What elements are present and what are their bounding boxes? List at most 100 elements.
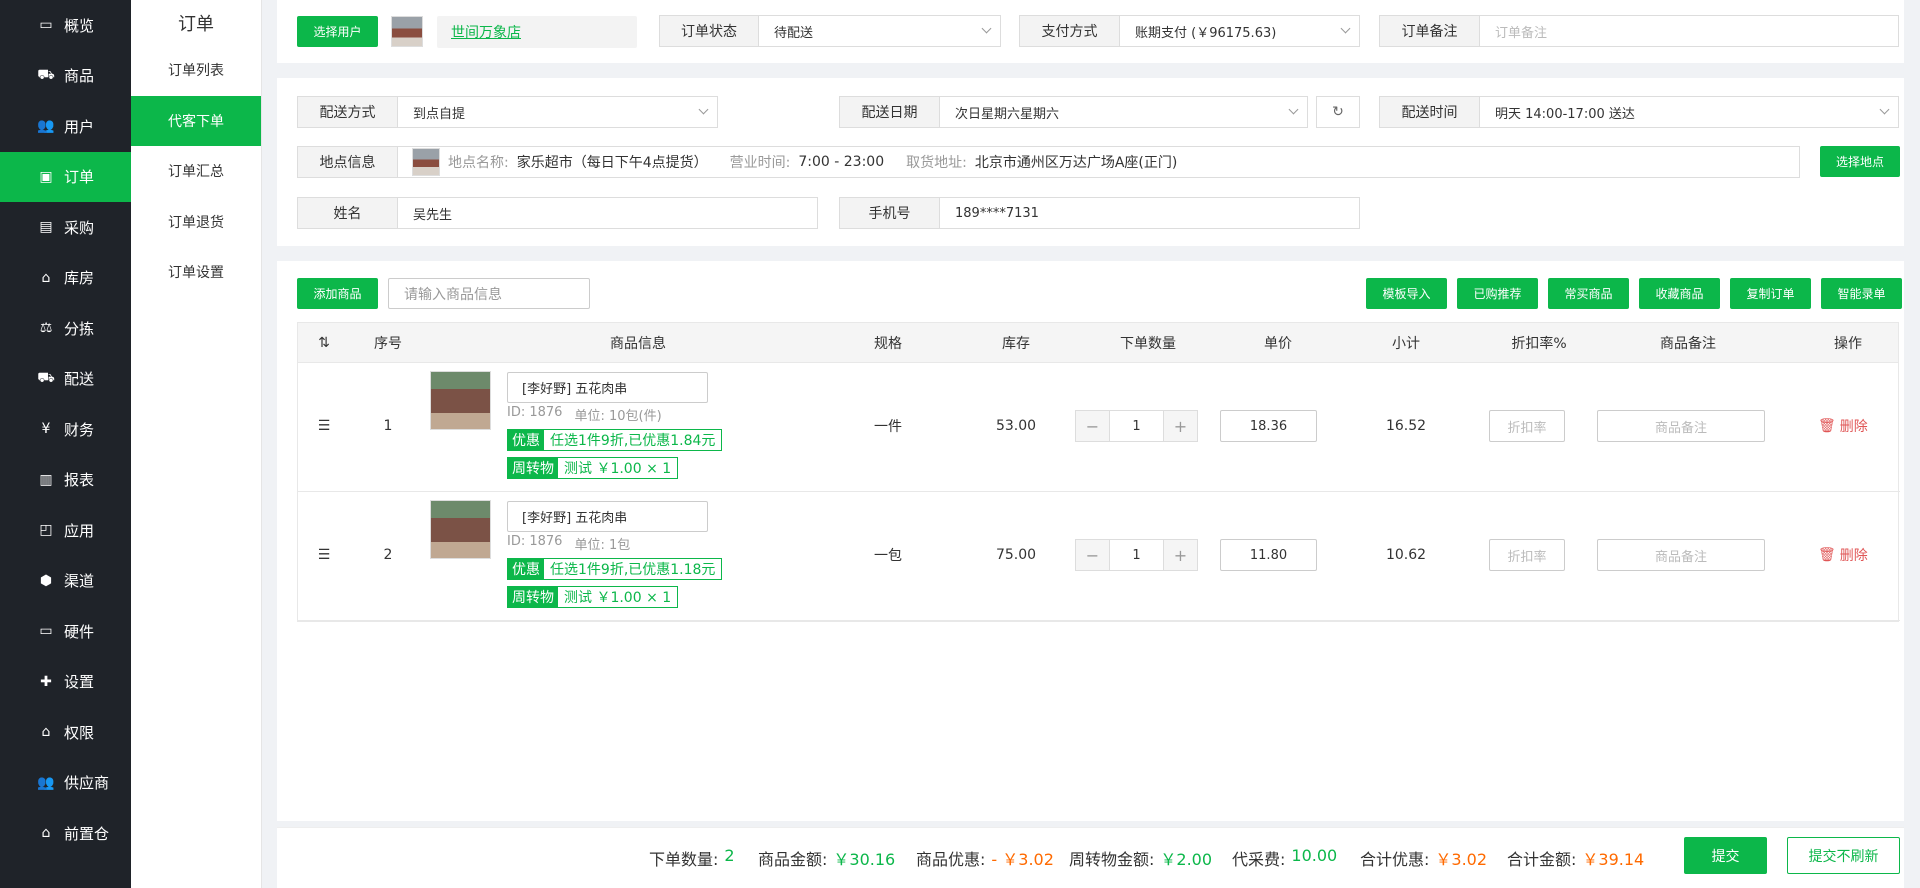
favorite-goods-button[interactable]: 收藏商品 [1639,278,1720,309]
nav-item-12[interactable]: ▭ 硬件 [0,606,131,657]
discount-input[interactable]: 折扣率 [1489,410,1565,442]
order-summary-bar: 下单数量: 2 商品金额: ￥30.16 商品优惠: - ￥3.02 周转物金额: ￥2… [277,827,1904,888]
delivery-date-label: 配送日期 [840,97,940,127]
goods-remark-input[interactable]: 商品备注 [1597,539,1765,571]
turnover-text: 测试 ￥1.00 × 1 [564,590,672,606]
nav-item-6[interactable]: ⚖ 分拣 [0,303,131,354]
quantity-input[interactable]: 1 [1109,411,1164,441]
submit-no-refresh-button[interactable]: 提交不刷新 [1787,837,1900,874]
subnav-item-order-list[interactable]: 订单列表 [131,45,261,96]
template-import-button[interactable]: 模板导入 [1366,278,1447,309]
minus-icon[interactable]: − [1076,411,1109,441]
truck-icon: ⛟ [37,369,55,386]
goods-id: ID: 1876 [507,405,563,420]
nav-item-label: 设置 [64,673,95,692]
plus-icon[interactable]: + [1164,411,1197,441]
refresh-icon[interactable]: ↻ [1316,96,1360,128]
order-status-select[interactable]: 订单状态 待配送 [659,15,1001,47]
col-header-subtotal: 小计 [1392,336,1420,352]
purchase-icon: ▤ [39,219,53,236]
yen-icon: ¥ [41,421,51,438]
add-goods-button[interactable]: 添加商品 [297,278,378,309]
delivery-time-select[interactable]: 配送时间 明天 14:00-17:00 送达 [1379,96,1899,128]
summary-total-value: ￥39.14 [1582,850,1645,869]
store-name-field[interactable]: 世间万象店 [437,16,637,48]
nav-item-9[interactable]: ▥ 报表 [0,455,131,506]
subnav-item-order-summary[interactable]: 订单汇总 [131,146,261,197]
select-user-button[interactable]: 选择用户 [297,16,378,47]
nav-item-5[interactable]: ⌂ 库房 [0,253,131,304]
goods-name-field[interactable]: [李好野] 五花肉串 [507,372,708,403]
nav-item-1[interactable]: ⛟ 商品 [0,51,131,102]
summary-fee: 代采费: 10.00 [1232,846,1337,870]
delivery-method-select[interactable]: 配送方式 到点自提 [297,96,718,128]
delivery-date-select[interactable]: 配送日期 次日星期六星期六 [839,96,1308,128]
goods-remark-input[interactable]: 商品备注 [1597,410,1765,442]
delete-button[interactable]: 🗑 删除 [1818,545,1868,565]
nav-item-16[interactable]: ⌂ 前置仓 [0,808,131,859]
phone-input[interactable]: 189****7131 [955,206,1039,221]
quantity-stepper[interactable]: −1 + [1075,410,1198,442]
summary-amount: 商品金额: ￥30.16 [758,846,895,870]
submit-button[interactable]: 提交 [1684,837,1767,874]
pickup-address: 北京市通州区万达广场A座(正门) [974,155,1178,171]
delete-button[interactable]: 🗑 删除 [1818,416,1868,436]
row-subtotal: 16.52 [1385,418,1427,434]
nav-item-0[interactable]: ▭ 概览 [0,0,131,51]
smart-entry-button[interactable]: 智能录单 [1821,278,1902,309]
summary-turnover-value: ￥2.00 [1160,850,1213,869]
table-row: ☰ 2 [李好野] 五花肉串 ID: 1876 单位: 1包 优惠 任选1件9折,… [298,492,1900,621]
customer-name-field[interactable]: 姓名 吴先生 [297,197,818,229]
goods-name-field[interactable]: [李好野] 五花肉串 [507,501,708,532]
order-remark-field[interactable]: 订单备注 订单备注 [1379,15,1899,47]
drag-handle-icon[interactable]: ☰ [312,542,336,568]
col-header-no: 序号 [374,336,402,352]
phone-field[interactable]: 手机号 189****7131 [839,197,1360,229]
nav-item-3[interactable]: ▣ 订单 [0,151,131,202]
nav-item-label: 权限 [64,723,95,742]
sub-sidebar: 订单 订单列表 代客下单 订单汇总 订单退货 订单设置 [131,0,262,888]
table-row: ☰ 1 [李好野] 五花肉串 ID: 1876 单位: 10包(件) 优惠 任选1… [298,363,1900,492]
col-header-goods: 商品信息 [610,336,666,352]
subnav-item-place-order[interactable]: 代客下单 [131,95,261,146]
nav-item-15[interactable]: 👥 供应商 [0,758,131,809]
subnav-item-order-settings[interactable]: 订单设置 [131,247,261,298]
subnav-item-order-return[interactable]: 订单退货 [131,197,261,248]
chevron-down-icon [1340,23,1351,34]
customer-name-input[interactable]: 吴先生 [413,204,452,223]
nav-item-7[interactable]: ⛟ 配送 [0,354,131,405]
nav-item-4[interactable]: ▤ 采购 [0,202,131,253]
nav-item-label: 配送 [64,370,95,389]
quantity-input[interactable]: 1 [1109,540,1164,570]
nav-item-14[interactable]: ⌂ 权限 [0,707,131,758]
quantity-stepper[interactable]: −1 + [1075,539,1198,571]
unit-price-input[interactable]: 11.80 [1220,539,1317,571]
frequent-goods-button[interactable]: 常买商品 [1548,278,1629,309]
goods-search-input[interactable]: 请输入商品信息 [388,278,590,309]
order-remark-input[interactable]: 订单备注 [1495,22,1547,41]
summary-discount-value: - ￥3.02 [991,850,1054,869]
nav-item-13[interactable]: ✚ 设置 [0,657,131,708]
summary-total-discount: 合计优惠: ￥3.02 [1360,846,1487,870]
plus-icon[interactable]: + [1164,540,1197,570]
store-name[interactable]: 世间万象店 [451,22,521,42]
customer-panel: 选择用户 世间万象店 订单状态 待配送 支付方式 账期支付 (￥96175.63… [277,0,1904,63]
unit-price-input[interactable]: 18.36 [1220,410,1317,442]
turnover-tag: 周转物 测试 ￥1.00 × 1 [507,457,679,479]
nav-item-2[interactable]: 👥 用户 [0,101,131,152]
choose-location-button[interactable]: 选择地点 [1820,146,1900,177]
copy-order-button[interactable]: 复制订单 [1730,278,1811,309]
payment-method-select[interactable]: 支付方式 账期支付 (￥96175.63) [1019,15,1360,47]
drag-handle-icon[interactable]: ☰ [312,413,336,439]
promo-text: 任选1件9折,已优惠1.84元 [550,433,716,449]
summary-turnover: 周转物金额: ￥2.00 [1069,846,1212,870]
sort-icon[interactable]: ⇅ [312,323,336,363]
purchased-recommend-button[interactable]: 已购推荐 [1457,278,1538,309]
delete-label: 删除 [1839,419,1868,435]
nav-item-10[interactable]: ◰ 应用 [0,505,131,556]
minus-icon[interactable]: − [1076,540,1109,570]
nav-item-label: 概览 [64,16,95,35]
nav-item-11[interactable]: ⬢ 渠道 [0,556,131,607]
nav-item-8[interactable]: ¥ 财务 [0,404,131,455]
discount-input[interactable]: 折扣率 [1489,539,1565,571]
